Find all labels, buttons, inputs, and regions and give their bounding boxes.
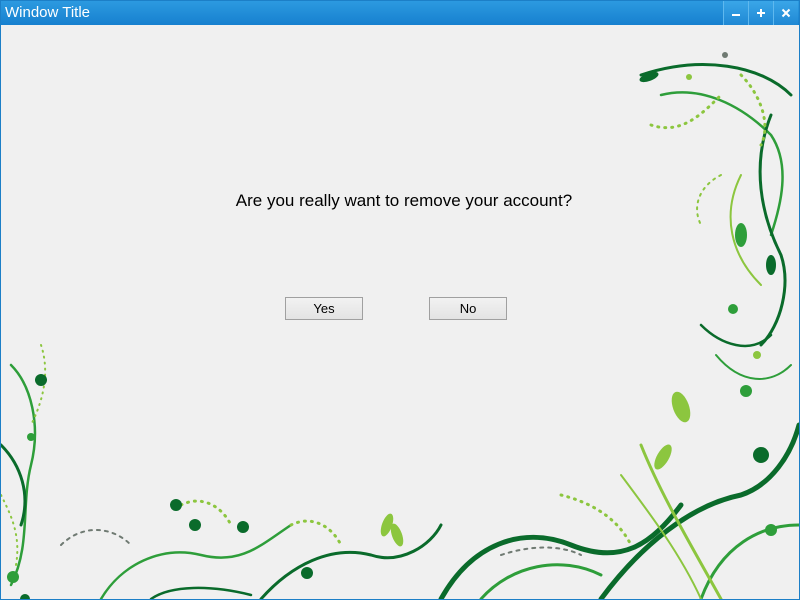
confirmation-question: Are you really want to remove your accou… xyxy=(235,191,573,210)
window-controls xyxy=(723,1,798,25)
plus-icon xyxy=(757,9,765,17)
maximize-button[interactable] xyxy=(748,1,773,25)
app-window: Window Title Are you really want to remo… xyxy=(0,0,800,600)
floral-decoration xyxy=(1,52,799,599)
close-button[interactable] xyxy=(773,1,798,25)
no-button[interactable]: No xyxy=(429,297,507,320)
close-icon xyxy=(781,8,791,18)
title-bar[interactable]: Window Title xyxy=(1,1,799,25)
yes-button[interactable]: Yes xyxy=(285,297,363,320)
minimize-icon xyxy=(732,14,740,16)
minimize-button[interactable] xyxy=(723,1,748,25)
dialog-body: Are you really want to remove your accou… xyxy=(1,25,799,599)
window-title: Window Title xyxy=(5,4,91,21)
